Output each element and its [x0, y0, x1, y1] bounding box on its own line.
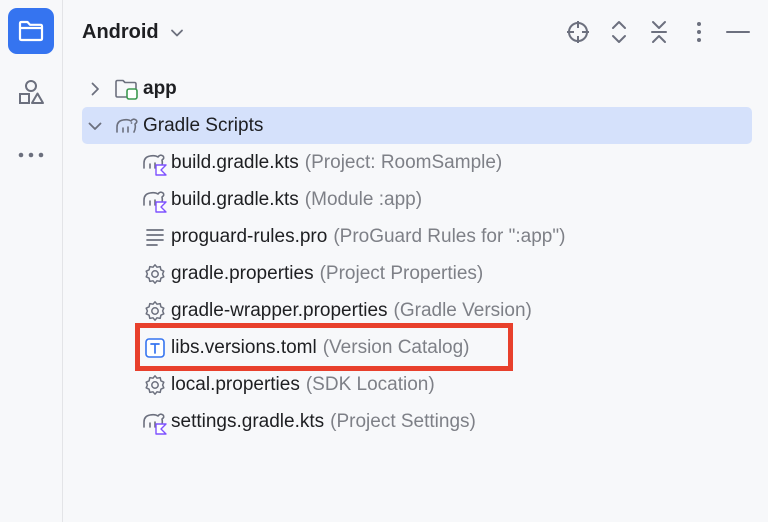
project-tool-window: Android app Gradle Scripts build.gradle.… [0, 0, 768, 522]
settings-gear-icon [144, 263, 168, 285]
more-horizontal-icon [16, 150, 46, 160]
file-hint: (Version Catalog) [322, 337, 470, 358]
tree-node-file-libs-versions[interactable]: libs.versions.toml (Version Catalog) [82, 329, 752, 366]
file-hint: (Project: RoomSample) [304, 152, 503, 173]
panel-header: Android [63, 0, 768, 62]
folder-icon [17, 19, 45, 43]
tree-node-file[interactable]: settings.gradle.kts (Project Settings) [82, 403, 752, 440]
minimize-icon[interactable] [724, 18, 752, 46]
project-view-button[interactable] [8, 8, 54, 54]
tree-node-file[interactable]: gradle-wrapper.properties (Gradle Version… [82, 292, 752, 329]
gradle-kts-icon [142, 189, 167, 213]
more-vertical-icon[interactable] [685, 18, 713, 46]
tree-node-file[interactable]: local.properties (SDK Location) [82, 366, 752, 403]
chevron-down-icon[interactable] [170, 25, 184, 43]
tree-node-file[interactable]: proguard-rules.pro (ProGuard Rules for ":… [82, 218, 752, 255]
project-panel: Android app Gradle Scripts build.gradle.… [63, 0, 768, 522]
file-name: build.gradle.kts [171, 152, 299, 173]
tool-window-strip [0, 0, 63, 522]
file-name: proguard-rules.pro [171, 226, 328, 247]
tree-node-label: app [143, 78, 177, 99]
locate-icon[interactable] [564, 18, 592, 46]
file-hint: (Module :app) [304, 189, 423, 210]
file-name: libs.versions.toml [171, 337, 317, 358]
gradle-kts-icon [142, 152, 167, 176]
tree-node-file[interactable]: build.gradle.kts (Module :app) [82, 181, 752, 218]
file-hint: (ProGuard Rules for ":app") [333, 226, 566, 247]
file-name: local.properties [171, 374, 300, 395]
view-selector-title[interactable]: Android [82, 18, 159, 46]
file-name: settings.gradle.kts [171, 411, 325, 432]
toml-file-icon [144, 337, 168, 359]
collapse-all-icon[interactable] [645, 18, 673, 46]
tree-node-file[interactable]: build.gradle.kts (Project: RoomSample) [82, 144, 752, 181]
resource-manager-button[interactable] [8, 70, 54, 116]
settings-gear-icon [144, 300, 168, 322]
file-hint: (SDK Location) [305, 374, 435, 395]
file-name: gradle.properties [171, 263, 314, 284]
chevron-right-icon[interactable] [87, 81, 103, 97]
gradle-kts-icon [142, 411, 167, 435]
text-lines-icon [144, 226, 168, 248]
file-hint: (Project Settings) [330, 411, 476, 432]
file-name: gradle-wrapper.properties [171, 300, 388, 321]
chevron-down-icon[interactable] [87, 118, 103, 134]
tree-node-gradle-scripts[interactable]: Gradle Scripts [82, 107, 752, 144]
file-name: build.gradle.kts [171, 189, 299, 210]
tree-node-label: Gradle Scripts [143, 115, 264, 136]
more-tools-button[interactable] [8, 132, 54, 178]
shapes-icon [16, 78, 46, 108]
tree-node-app[interactable]: app [82, 70, 752, 107]
gradle-elephant-icon [114, 115, 138, 137]
expand-all-icon[interactable] [605, 18, 633, 46]
tree-node-file[interactable]: gradle.properties (Project Properties) [82, 255, 752, 292]
module-folder-icon [114, 78, 138, 100]
file-hint: (Project Properties) [319, 263, 484, 284]
settings-gear-icon [144, 374, 168, 396]
file-hint: (Gradle Version) [393, 300, 532, 321]
